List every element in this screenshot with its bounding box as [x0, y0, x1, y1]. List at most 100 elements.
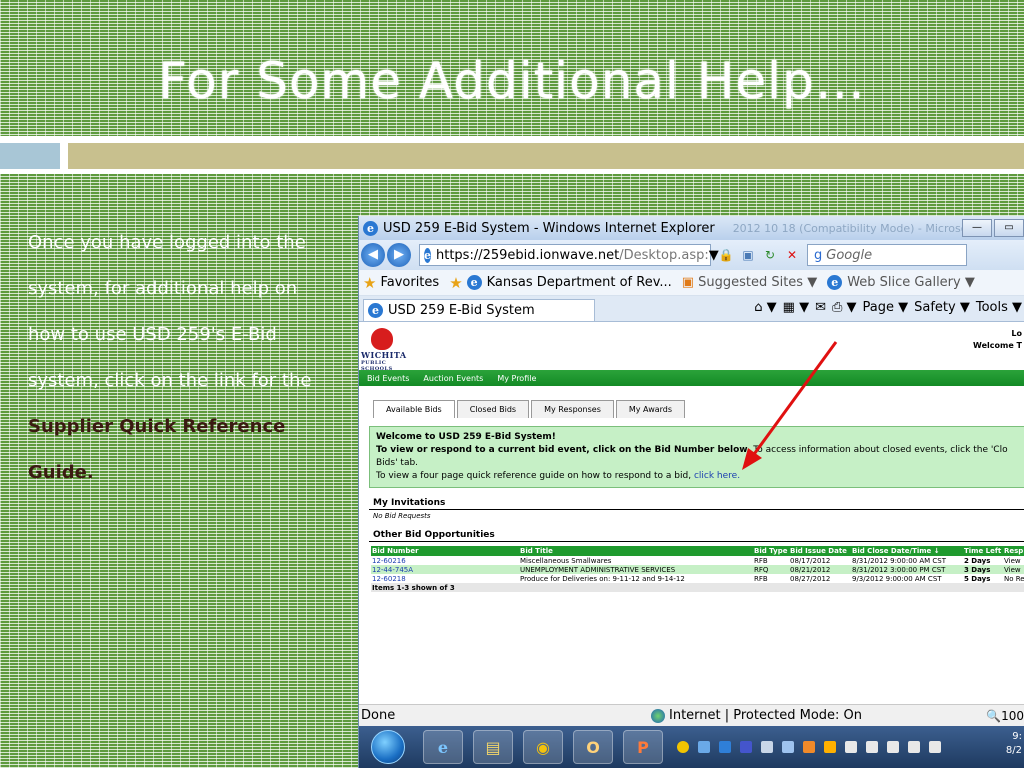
col-bid-type[interactable]: Bid Type — [753, 546, 789, 556]
bid-close-date: 8/31/2012 3:00:00 PM CST — [851, 565, 963, 574]
body-line: Once you have logged into the — [28, 232, 306, 253]
bluetooth-icon[interactable] — [782, 741, 794, 753]
quick-reference-link[interactable]: click here. — [694, 471, 740, 481]
tray-icon[interactable] — [761, 741, 773, 753]
feed-icon[interactable]: ▦ ▼ — [783, 300, 809, 315]
bids-table: Bid Number Bid Title Bid Type Bid Issue … — [371, 546, 1024, 592]
logout-link[interactable]: Lo — [973, 328, 1022, 340]
add-favorite-icon: ★ — [449, 273, 463, 292]
stop-icon[interactable]: ✕ — [783, 246, 801, 264]
print-icon[interactable]: ⎙ ▼ — [832, 300, 857, 315]
tray-icon[interactable] — [698, 741, 710, 753]
bid-time-left: 2 Days — [964, 556, 991, 565]
tray-icon[interactable] — [740, 741, 752, 753]
url-path: /Desktop.asp: — [619, 247, 709, 263]
fav-web-slice[interactable]: e Web Slice Gallery ▼ — [827, 275, 975, 290]
maximize-button[interactable]: ▭ — [994, 219, 1024, 237]
globe-icon — [651, 708, 665, 723]
bid-title: Produce for Deliveries on: 9-11-12 and 9… — [520, 574, 685, 583]
mail-icon[interactable]: ✉ — [815, 300, 826, 315]
guide-link-line: Supplier Quick Reference — [28, 416, 286, 437]
url-input[interactable]: e https://259ebid. ionwave.net/Desktop.as… — [419, 244, 719, 266]
clock[interactable]: 9: 8/2 — [1006, 730, 1022, 758]
background-window-title: 2012 10 18 (Compatibility Mode) - Micros… — [732, 221, 992, 235]
bid-number-link[interactable]: 12-44-745A — [371, 565, 519, 574]
search-input[interactable]: g Google — [807, 244, 967, 266]
clock-time: 9: — [1012, 731, 1022, 742]
invitations-title: My Invitations — [373, 498, 446, 508]
logo-text: WICHITA — [361, 350, 407, 360]
home-icon[interactable]: ⌂ ▼ — [754, 300, 776, 315]
suggested-sites-icon: ▣ — [681, 275, 695, 290]
lock-icon[interactable]: 🔒 — [717, 246, 735, 264]
flag-icon[interactable] — [866, 741, 878, 753]
compat-view-icon[interactable]: ▣ — [739, 246, 757, 264]
forward-icon[interactable]: ▶ — [387, 243, 411, 267]
divider — [369, 541, 1024, 542]
nav-auction-events[interactable]: Auction Events — [423, 374, 483, 383]
bid-number-link[interactable]: 12-60218 — [371, 574, 519, 583]
ie-icon: e — [363, 220, 378, 236]
taskbar-outlook-icon[interactable]: O — [573, 730, 613, 764]
bid-response[interactable]: View — [1003, 565, 1024, 574]
refresh-icon[interactable]: ↻ — [761, 246, 779, 264]
back-icon[interactable]: ◀ — [361, 243, 385, 267]
bid-time-left: 3 Days — [963, 565, 1003, 574]
taskbar-ie-icon[interactable]: e — [423, 730, 463, 764]
bid-response[interactable]: View — [1003, 556, 1024, 565]
zoom-icon: 🔍 — [986, 708, 1002, 723]
minimize-button[interactable]: — — [962, 219, 992, 237]
page-menu[interactable]: Page ▼ — [863, 300, 909, 315]
taskbar-explorer-icon[interactable]: ▤ — [473, 730, 513, 764]
guide-link-line: Guide. — [28, 462, 94, 483]
welcome-text: Welcome T — [973, 341, 1022, 350]
tray-icon[interactable] — [824, 741, 836, 753]
tools-menu[interactable]: Tools ▼ — [976, 300, 1022, 315]
taskbar-powerpoint-icon[interactable]: P — [623, 730, 663, 764]
safety-menu[interactable]: Safety ▼ — [914, 300, 970, 315]
col-time-left[interactable]: Time Left — [963, 546, 1003, 556]
zoom-control[interactable]: 🔍100 — [986, 709, 1024, 723]
battery-icon[interactable] — [887, 741, 899, 753]
col-bid-title[interactable]: Bid Title — [519, 546, 753, 556]
tab-my-responses[interactable]: My Responses — [531, 400, 614, 418]
tab-available-bids[interactable]: Available Bids — [373, 400, 455, 418]
volume-icon[interactable] — [929, 741, 941, 753]
nav-my-profile[interactable]: My Profile — [497, 374, 536, 383]
ie-icon: e — [368, 303, 383, 318]
bid-issue-date: 08/17/2012 — [790, 556, 831, 565]
signal-icon[interactable] — [908, 741, 920, 753]
tab-closed-bids[interactable]: Closed Bids — [456, 400, 530, 418]
tab-ebid-system[interactable]: e USD 259 E-Bid System — [363, 299, 595, 321]
bid-response[interactable]: No Re — [1003, 574, 1024, 583]
col-response[interactable]: Resp — [1003, 546, 1024, 556]
bid-number-link[interactable]: 12-60216 — [371, 556, 519, 565]
tray-icon[interactable] — [677, 741, 689, 753]
col-issue-date[interactable]: Bid Issue Date — [789, 546, 851, 556]
invitations-empty: No Bid Requests — [373, 512, 431, 520]
security-zone[interactable]: Internet | Protected Mode: On — [669, 708, 862, 723]
col-close-date[interactable]: Bid Close Date/Time ↓ — [851, 546, 963, 556]
status-text: Done — [361, 708, 396, 723]
col-bid-number[interactable]: Bid Number — [371, 546, 519, 556]
favorites-button[interactable]: ★ Favorites — [363, 274, 439, 292]
taskbar-chrome-icon[interactable]: ◉ — [523, 730, 563, 764]
tab-label: USD 259 E-Bid System — [388, 303, 535, 318]
nav-bid-events[interactable]: Bid Events — [367, 374, 409, 383]
fav-kansas[interactable]: ★ e Kansas Department of Rev... — [449, 274, 672, 292]
welcome-instruction-rest: To access information about closed event… — [750, 445, 1008, 455]
body-line: how to use USD 259's E-Bid — [28, 324, 277, 345]
bid-tabs: Available Bids Closed Bids My Responses … — [373, 400, 687, 418]
apple-icon — [371, 328, 393, 350]
mail-tray-icon[interactable] — [845, 741, 857, 753]
star-icon: ★ — [363, 273, 377, 292]
slide-body-text: Once you have logged into the system, fo… — [28, 220, 348, 496]
bid-time-left: 5 Days — [964, 574, 991, 583]
tray-icon[interactable] — [719, 741, 731, 753]
fav-suggested-sites[interactable]: ▣ Suggested Sites ▼ — [682, 275, 817, 290]
bid-title: UNEMPLOYMENT ADMINISTRATIVE SERVICES — [519, 565, 753, 574]
tab-my-awards[interactable]: My Awards — [615, 400, 686, 418]
start-orb-icon[interactable] — [371, 730, 405, 764]
tray-icon[interactable] — [803, 741, 815, 753]
address-tools: 🔒 ▣ ↻ ✕ — [715, 246, 803, 264]
